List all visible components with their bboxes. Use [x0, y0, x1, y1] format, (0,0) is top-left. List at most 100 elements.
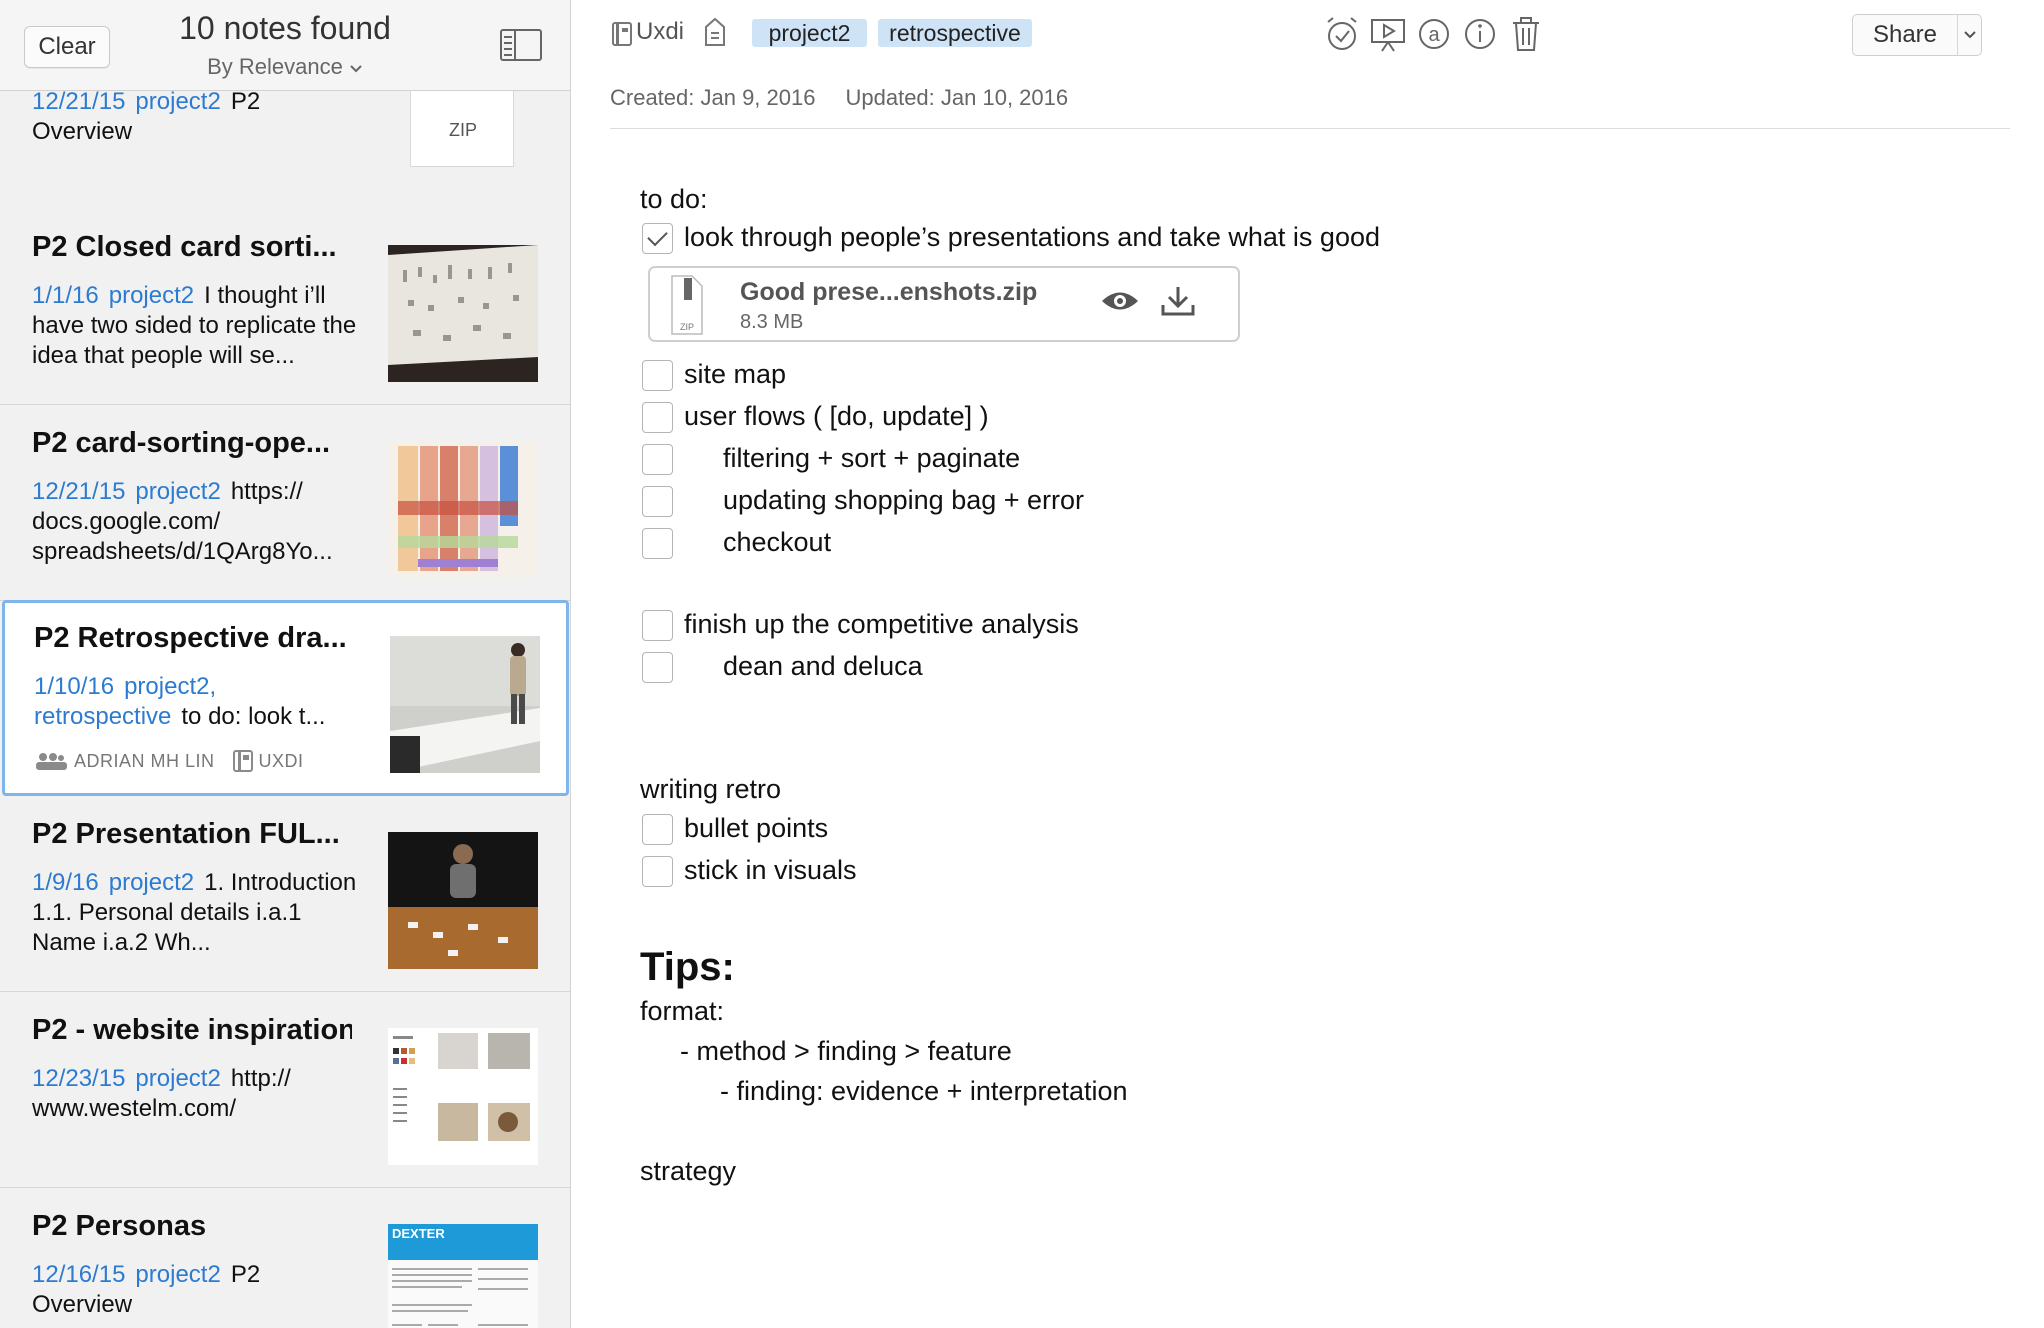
- note-snippet: 12/21/15 project2 https:// docs.google.com…: [32, 478, 333, 565]
- note-thumbnail: [388, 245, 538, 382]
- trash-icon[interactable]: [1506, 14, 1546, 54]
- updated-date: Updated: Jan 10, 2016: [845, 85, 1069, 110]
- divider: [610, 128, 2010, 129]
- format-line: - method > finding > feature: [680, 1036, 1012, 1066]
- presentation-icon[interactable]: [1368, 14, 1408, 54]
- note-tags: project2: [135, 1261, 221, 1288]
- checklist-item: dean and deluca: [723, 651, 923, 681]
- note-date: 1/10/16: [34, 673, 115, 700]
- note-snippet: 1/1/16 project2 I thought i’ll have two si…: [32, 282, 357, 369]
- checkbox[interactable]: [642, 360, 673, 391]
- note-title: P2 Presentation FUL...: [32, 818, 340, 850]
- share-label[interactable]: Share: [1853, 15, 1958, 55]
- shared-users-icon: [36, 753, 67, 770]
- attachment-card[interactable]: ZIP Good prese...enshots.zip 8.3 MB: [648, 266, 1240, 342]
- sort-dropdown[interactable]: By Relevance: [140, 54, 430, 80]
- mention-icon[interactable]: a: [1414, 14, 1454, 54]
- todo-heading: to do:: [640, 184, 708, 214]
- share-button[interactable]: Share: [1852, 14, 1982, 56]
- attachment-size: 8.3 MB: [740, 311, 804, 333]
- notebook-icon: [232, 750, 253, 772]
- zip-label: ZIP: [448, 120, 477, 140]
- checklist-item: checkout: [723, 527, 832, 557]
- note-author: ADRIAN MH LIN: [74, 750, 215, 771]
- attachment-name: Good prese...enshots.zip: [740, 278, 1038, 306]
- checkbox[interactable]: [642, 486, 673, 517]
- note-thumbnail: [388, 441, 538, 578]
- checklist-item: bullet points: [684, 813, 829, 843]
- checkbox[interactable]: [642, 814, 673, 845]
- tag-retrospective[interactable]: retrospective: [878, 19, 1032, 47]
- note-editor: Uxdi project2 retrospective a Share Crea…: [572, 0, 2044, 1328]
- note-title: P2 Closed card sorti...: [32, 231, 337, 263]
- strategy-label: strategy: [640, 1156, 737, 1186]
- format-label: format:: [640, 996, 725, 1026]
- note-date: 12/21/15: [32, 88, 126, 115]
- note-tags: project2: [135, 88, 221, 115]
- checklist-item: filtering + sort + paginate: [723, 443, 1021, 473]
- list-header: Clear 10 notes found By Relevance: [0, 0, 570, 91]
- clear-search-button[interactable]: Clear: [24, 26, 110, 68]
- layout-toggle-icon[interactable]: [500, 29, 542, 61]
- note-thumbnail: [390, 636, 540, 773]
- created-date: Created: Jan 9, 2016: [610, 85, 816, 110]
- checklist-item: site map: [684, 359, 787, 389]
- checkbox[interactable]: [642, 652, 673, 683]
- note-thumbnail: [388, 1028, 538, 1165]
- note-snippet: 12/21/15 project2 P2 Overview: [32, 88, 261, 145]
- note-card[interactable]: P2 - website inspiration 12/23/15 project…: [0, 992, 570, 1188]
- checkbox[interactable]: [642, 528, 673, 559]
- note-dates: Created: Jan 9, 2016 Updated: Jan 10, 201…: [610, 85, 1068, 111]
- checklist-item: updating shopping bag + error: [723, 485, 1085, 515]
- note-date: 1/9/16: [32, 869, 99, 896]
- note-title: P2 Personas: [32, 1210, 207, 1242]
- note-meta: ADRIAN MH LIN UXDI: [34, 750, 304, 772]
- chevron-down-icon[interactable]: [1958, 15, 1981, 55]
- note-card-selected[interactable]: P2 Retrospective dra... 1/10/16 project2,…: [2, 600, 569, 796]
- svg-text:a: a: [1428, 24, 1440, 46]
- eye-icon[interactable]: [1100, 288, 1140, 314]
- note-tags: project2: [108, 282, 195, 309]
- checklist-item: look through people’s presentations and …: [684, 222, 1380, 252]
- note-tags: project2: [135, 1065, 221, 1092]
- notebook-selector[interactable]: Uxdi: [636, 18, 684, 46]
- reminder-icon[interactable]: [704, 17, 726, 47]
- checklist-item: stick in visuals: [684, 855, 857, 885]
- note-tags: project2: [135, 478, 221, 505]
- note-card[interactable]: P2 Presentation FUL... 1/9/16 project2 1. …: [0, 796, 570, 992]
- note-card[interactable]: P2 Closed card sorti... 1/1/16 project2 I …: [0, 209, 570, 405]
- note-thumbnail: DEXTER: [388, 1224, 538, 1328]
- note-snippet: 12/23/15 project2 http:// www.westelm.com/: [32, 1065, 291, 1122]
- checkbox[interactable]: [642, 856, 673, 887]
- note-date: 12/16/15: [32, 1261, 126, 1288]
- checklist-item: finish up the competitive analysis: [684, 609, 1079, 639]
- alarm-icon[interactable]: [1322, 14, 1362, 54]
- note-date: 1/1/16: [32, 282, 99, 309]
- note-title: P2 card-sorting-ope...: [32, 427, 331, 459]
- note-date: 12/21/15: [32, 478, 126, 505]
- info-icon[interactable]: [1460, 14, 1500, 54]
- zip-type-label: ZIP: [680, 322, 694, 332]
- note-card[interactable]: P2 Personas 12/16/15 project2 P2 Overview …: [0, 1188, 570, 1328]
- note-tags: project2: [108, 869, 195, 896]
- note-card[interactable]: P2 card-sorting-ope... 12/21/15 project2 h…: [0, 405, 570, 601]
- checkbox[interactable]: [642, 444, 673, 475]
- note-title: P2 - website inspiration: [32, 1014, 352, 1046]
- note-title: P2 Retrospective dra...: [34, 622, 347, 654]
- note-snippet: 1/10/16 project2, retrospective to do: loo…: [34, 673, 326, 730]
- tag-project2[interactable]: project2: [752, 19, 867, 47]
- checkbox-checked[interactable]: [642, 223, 673, 254]
- checkbox[interactable]: [642, 610, 673, 641]
- sort-label: By Relevance: [207, 54, 343, 79]
- download-icon[interactable]: [1160, 285, 1196, 317]
- note-notebook: UXDI: [258, 750, 304, 771]
- checklist-item: user flows ( [do, update] ): [684, 401, 989, 431]
- checkbox[interactable]: [642, 402, 673, 433]
- note-snippet: 1/9/16 project2 1. Introduction 1.1. Perso…: [32, 869, 357, 956]
- note-list-pane: 12/21/15 project2 P2 Overview ZIP P2 Close…: [0, 0, 571, 1328]
- zip-file-icon: ZIP: [671, 275, 703, 335]
- notes-found-count: 10 notes found: [179, 10, 391, 46]
- tips-heading: Tips:: [640, 945, 735, 989]
- note-snippet: 12/16/15 project2 P2 Overview: [32, 1261, 261, 1318]
- notebook-icon: [612, 22, 632, 46]
